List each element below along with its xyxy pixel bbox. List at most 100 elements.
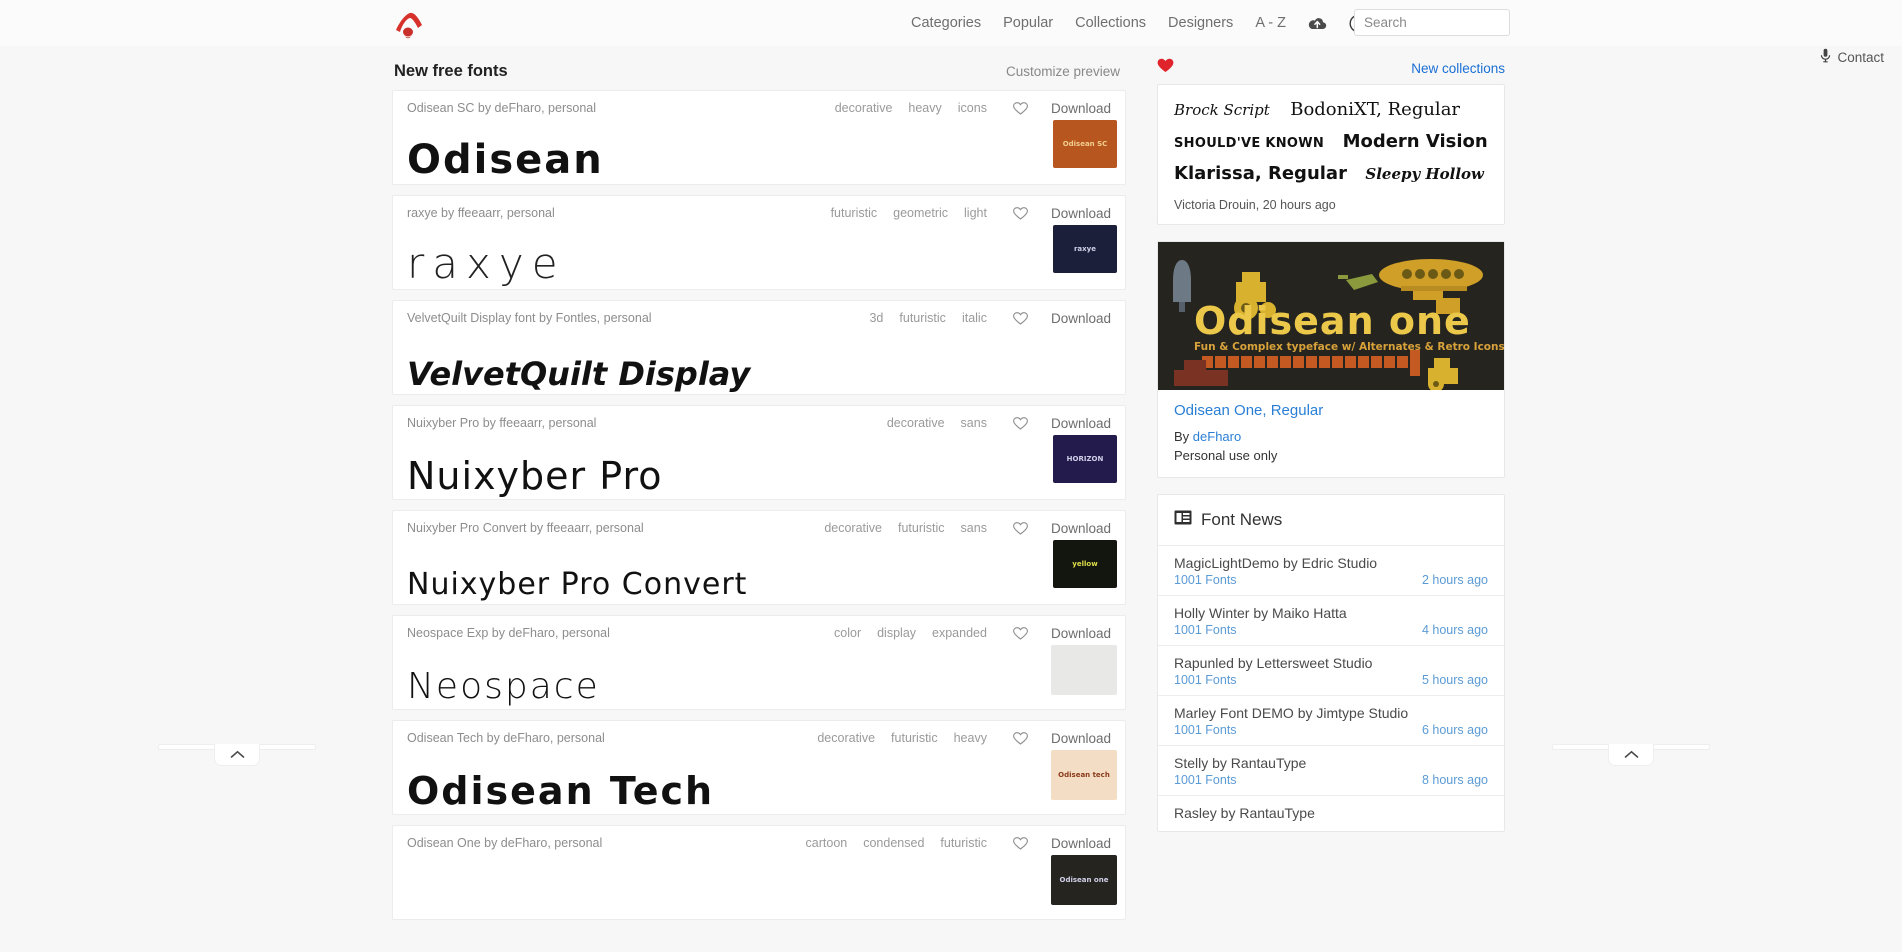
heart-outline-icon[interactable] [1013,205,1029,221]
heart-outline-icon[interactable] [1013,415,1029,431]
font-name-label[interactable]: raxye by ffeeaarr, personal [407,206,555,220]
font-name-label[interactable]: Neospace Exp by deFharo, personal [407,626,610,640]
font-tag[interactable]: futuristic [831,206,878,220]
collection-card[interactable]: Brock Script BodoniXT, Regular SHOULD'VE… [1157,84,1505,225]
news-item-title[interactable]: MagicLightDemo by Edric Studio [1174,555,1488,571]
font-name-label[interactable]: Odisean One by deFharo, personal [407,836,602,850]
download-button[interactable]: Download [1051,206,1111,221]
font-tag[interactable]: expanded [932,626,987,640]
site-logo-icon[interactable] [388,6,430,40]
news-item-title[interactable]: Rasley by RantauType [1174,805,1488,821]
heart-outline-icon[interactable] [1013,520,1029,536]
font-name-label[interactable]: Odisean Tech by deFharo, personal [407,731,605,745]
download-button[interactable]: Download [1051,731,1111,746]
news-item-source[interactable]: 1001 Fonts [1174,573,1237,587]
font-name-label[interactable]: Nuixyber Pro by ffeeaarr, personal [407,416,596,430]
heart-outline-icon[interactable] [1013,310,1029,326]
font-tag[interactable]: heavy [908,101,941,115]
font-tag[interactable]: decorative [887,416,945,430]
contact-button[interactable]: Contact [1820,48,1884,66]
news-list-item[interactable]: Stelly by RantauType 1001 Fonts 8 hours … [1158,746,1504,796]
font-name-label[interactable]: Odisean SC by deFharo, personal [407,101,596,115]
font-name-label[interactable]: Nuixyber Pro Convert by ffeeaarr, person… [407,521,644,535]
new-collections-link[interactable]: New collections [1411,61,1505,76]
download-button[interactable]: Download [1051,311,1111,326]
featured-font-author-link[interactable]: deFharo [1193,429,1241,444]
font-tag[interactable]: decorative [835,101,893,115]
font-list-item[interactable]: raxye by ffeeaarr, personal futuristic ge… [392,195,1126,290]
nav-categories[interactable]: Categories [900,0,992,46]
left-panel-collapse-handle[interactable] [158,744,316,770]
font-tag[interactable]: italic [962,311,987,325]
news-item-title[interactable]: Rapunled by Lettersweet Studio [1174,655,1488,671]
news-item-source[interactable]: 1001 Fonts [1174,723,1237,737]
font-tag[interactable]: futuristic [898,521,945,535]
nav-designers[interactable]: Designers [1157,0,1244,46]
cloud-upload-icon[interactable] [1297,16,1338,31]
news-list-item[interactable]: Holly Winter by Maiko Hatta 1001 Fonts 4… [1158,596,1504,646]
news-item-title[interactable]: Holly Winter by Maiko Hatta [1174,605,1488,621]
featured-font-banner-image[interactable]: Odisean one Fun & Complex typeface w/ Al… [1158,242,1504,390]
nav-collections[interactable]: Collections [1064,0,1157,46]
news-list-item[interactable]: Rasley by RantauType [1158,796,1504,831]
font-thumbnail[interactable] [1051,645,1117,695]
font-thumbnail[interactable]: raxye [1053,225,1117,273]
font-tag[interactable]: futuristic [891,731,938,745]
font-tag[interactable]: decorative [817,731,875,745]
chevron-up-icon[interactable] [214,744,260,766]
heart-outline-icon[interactable] [1013,100,1029,116]
font-tag[interactable]: condensed [863,836,924,850]
font-tag[interactable]: geometric [893,206,948,220]
news-item-source[interactable]: 1001 Fonts [1174,673,1237,687]
font-tag[interactable]: 3d [869,311,883,325]
font-list-item[interactable]: Neospace Exp by deFharo, personal color d… [392,615,1126,710]
news-item-title[interactable]: Stelly by RantauType [1174,755,1488,771]
font-tag[interactable]: heavy [954,731,987,745]
news-item-source[interactable]: 1001 Fonts [1174,773,1237,787]
font-tag[interactable]: light [964,206,987,220]
font-tag[interactable]: futuristic [899,311,946,325]
font-list-item[interactable]: Odisean SC by deFharo, personal decorati… [392,90,1126,185]
font-tag[interactable]: decorative [824,521,882,535]
download-button[interactable]: Download [1051,521,1111,536]
font-thumbnail[interactable]: HORIZON [1053,435,1117,483]
font-tag[interactable]: sans [961,521,987,535]
font-thumbnail[interactable]: Odisean SC [1053,120,1117,168]
news-list-item[interactable]: Rapunled by Lettersweet Studio 1001 Font… [1158,646,1504,696]
font-tag[interactable]: color [834,626,861,640]
font-list-item[interactable]: Nuixyber Pro by ffeeaarr, personal decor… [392,405,1126,500]
font-list-item[interactable]: Nuixyber Pro Convert by ffeeaarr, person… [392,510,1126,605]
font-tag[interactable]: futuristic [940,836,987,850]
right-panel-collapse-handle[interactable] [1552,744,1710,770]
download-button[interactable]: Download [1051,416,1111,431]
font-thumbnail[interactable]: Odisean one [1051,855,1117,905]
font-thumbnail[interactable]: Odisean tech [1051,750,1117,800]
font-tag[interactable]: icons [958,101,987,115]
font-list-item[interactable]: VelvetQuilt Display font by Fontles, per… [392,300,1126,395]
news-item-source[interactable]: 1001 Fonts [1174,623,1237,637]
news-list-item[interactable]: Marley Font DEMO by Jimtype Studio 1001 … [1158,696,1504,746]
nav-a-z[interactable]: A - Z [1244,0,1297,46]
heart-outline-icon[interactable] [1013,625,1029,641]
download-button[interactable]: Download [1051,626,1111,641]
font-list-item[interactable]: Odisean Tech by deFharo, personal decora… [392,720,1126,815]
download-button[interactable]: Download [1051,836,1111,851]
section-header: New free fonts Customize preview [392,52,1126,90]
font-list-item[interactable]: Odisean One by deFharo, personal cartoon… [392,825,1126,920]
font-thumbnail[interactable]: yellow [1053,540,1117,588]
heart-outline-icon[interactable] [1013,835,1029,851]
font-tag[interactable]: sans [961,416,987,430]
download-button[interactable]: Download [1051,101,1111,116]
font-tag[interactable]: display [877,626,916,640]
customize-preview-button[interactable]: Customize preview [1006,64,1120,79]
nav-popular[interactable]: Popular [992,0,1064,46]
font-name-label[interactable]: VelvetQuilt Display font by Fontles, per… [407,311,652,325]
heart-outline-icon[interactable] [1013,730,1029,746]
font-tag[interactable]: cartoon [806,836,848,850]
news-list-item[interactable]: MagicLightDemo by Edric Studio 1001 Font… [1158,546,1504,596]
news-item-time: 2 hours ago [1421,573,1488,587]
search-input[interactable] [1354,9,1510,36]
news-item-title[interactable]: Marley Font DEMO by Jimtype Studio [1174,705,1488,721]
chevron-up-icon[interactable] [1608,744,1654,766]
featured-font-title[interactable]: Odisean One, Regular [1174,402,1488,419]
